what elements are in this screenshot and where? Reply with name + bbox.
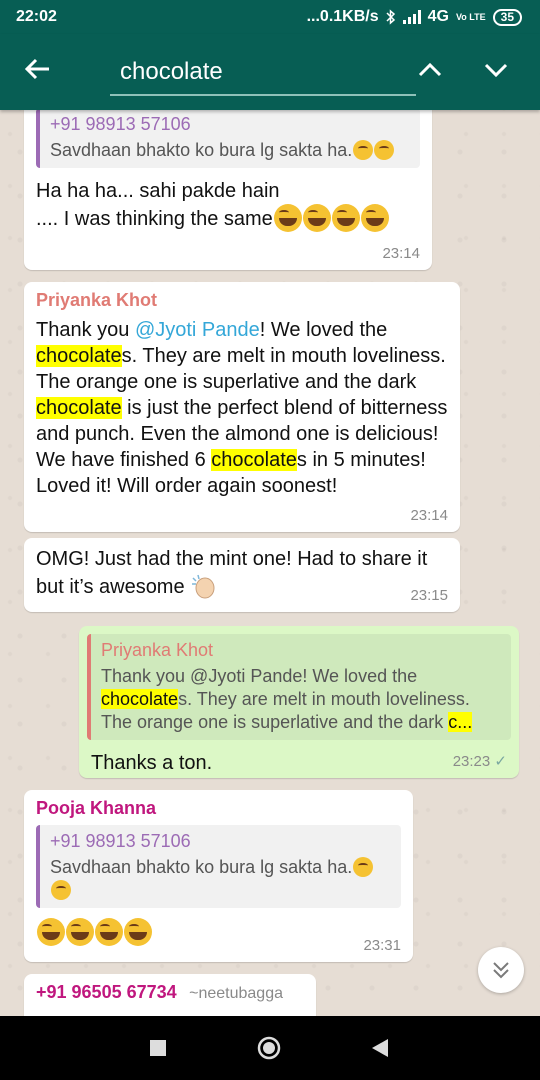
outgoing-message-bubble[interactable]: Priyanka Khot Thank you @Jyoti Pande! We…	[79, 626, 519, 778]
search-highlight: chocolate	[36, 345, 122, 367]
search-highlight: chocolate	[36, 397, 122, 419]
status-icons: ...0.1KB/s 4G Vo LTE 35	[307, 8, 522, 26]
tears-of-joy-emoji-icon	[37, 918, 65, 946]
chevron-up-icon[interactable]	[416, 56, 444, 84]
message-text: Thank you @Jyoti Pande! We loved the cho…	[36, 319, 448, 497]
sent-check-icon: ✓	[494, 753, 507, 770]
message-time: 23:15	[410, 587, 448, 604]
message-text	[36, 918, 401, 946]
mention-link[interactable]: @Jyoti Pande	[135, 319, 260, 341]
message-bubble[interactable]: +91 98913 57106 Savdhaan bhakto ko bura …	[24, 100, 432, 270]
message-time: 23:14	[410, 507, 448, 524]
status-bar: 22:02 ...0.1KB/s 4G Vo LTE 35	[0, 0, 540, 34]
quoted-text: Savdhaan bhakto ko bura lg sakta ha.	[50, 139, 410, 162]
tears-of-joy-emoji-icon	[66, 918, 94, 946]
rofl-emoji-icon	[360, 204, 389, 232]
quoted-message[interactable]: +91 98913 57106 Savdhaan bhakto ko bura …	[36, 108, 420, 168]
sender-alias: ~neetubagga	[189, 985, 283, 1002]
clapping-hands-icon	[192, 574, 215, 599]
rofl-emoji-icon	[331, 204, 360, 232]
back-icon[interactable]	[372, 1039, 388, 1057]
home-icon[interactable]	[257, 1036, 281, 1060]
rofl-emoji-icon	[124, 918, 152, 946]
network-speed: ...0.1KB/s	[306, 8, 379, 25]
network-type: 4G	[427, 8, 449, 25]
rofl-emoji-icon	[302, 204, 331, 232]
search-highlight: chocolate	[101, 689, 179, 709]
smile-emoji-icon	[353, 140, 374, 160]
quoted-message[interactable]: Priyanka Khot Thank you @Jyoti Pande! We…	[87, 634, 511, 740]
sender-name: Pooja Khanna	[36, 798, 157, 818]
signal-icon	[402, 10, 421, 24]
status-time: 22:02	[16, 8, 57, 25]
message-text: Ha ha ha... sahi pakde hain .... I was t…	[36, 178, 420, 232]
recents-icon[interactable]	[150, 1040, 166, 1056]
rofl-emoji-icon	[95, 918, 123, 946]
sender-name: Priyanka Khot	[36, 290, 158, 310]
chevron-down-icon[interactable]	[482, 56, 510, 84]
scroll-to-bottom-button[interactable]	[478, 947, 524, 993]
quoted-text: Savdhaan bhakto ko bura lg sakta ha.	[50, 856, 391, 902]
double-chevron-down-icon	[493, 962, 509, 979]
search-highlight: c...	[448, 712, 473, 732]
sender-name: +91 96505 67734	[36, 982, 177, 1002]
smile-emoji-icon	[51, 880, 71, 900]
quoted-sender: +91 98913 57106	[50, 114, 191, 134]
message-bubble[interactable]: Pooja Khanna +91 98913 57106 Savdhaan bh…	[24, 790, 413, 962]
volte-icon: Vo LTE	[455, 11, 486, 22]
battery-icon: 35	[492, 8, 522, 26]
rofl-emoji-icon	[273, 204, 302, 232]
message-time: 23:14	[382, 245, 420, 262]
system-navigation-bar	[0, 1016, 540, 1080]
smile-emoji-icon	[353, 857, 374, 877]
message-bubble[interactable]: OMG! Just had the mint one! Had to share…	[24, 538, 460, 612]
quoted-sender: +91 98913 57106	[50, 831, 191, 851]
message-bubble[interactable]: Priyanka Khot Thank you @Jyoti Pande! We…	[24, 282, 460, 532]
quoted-message[interactable]: +91 98913 57106 Savdhaan bhakto ko bura …	[36, 825, 401, 908]
message-time: 23:23 ✓	[452, 753, 507, 770]
bluetooth-icon	[386, 9, 395, 25]
search-input[interactable]	[110, 50, 416, 96]
smile-emoji-icon	[374, 140, 395, 160]
search-highlight: chocolate	[211, 449, 297, 471]
back-arrow-icon[interactable]	[22, 54, 52, 84]
message-text: Thanks a ton.	[91, 752, 213, 774]
quoted-text: Thank you @Jyoti Pande! We loved the cho…	[101, 666, 473, 732]
search-header	[0, 34, 540, 110]
message-text: OMG! Just had the mint one! Had to share…	[36, 548, 428, 599]
message-time: 23:31	[363, 937, 401, 954]
quoted-sender: Priyanka Khot	[101, 640, 214, 660]
